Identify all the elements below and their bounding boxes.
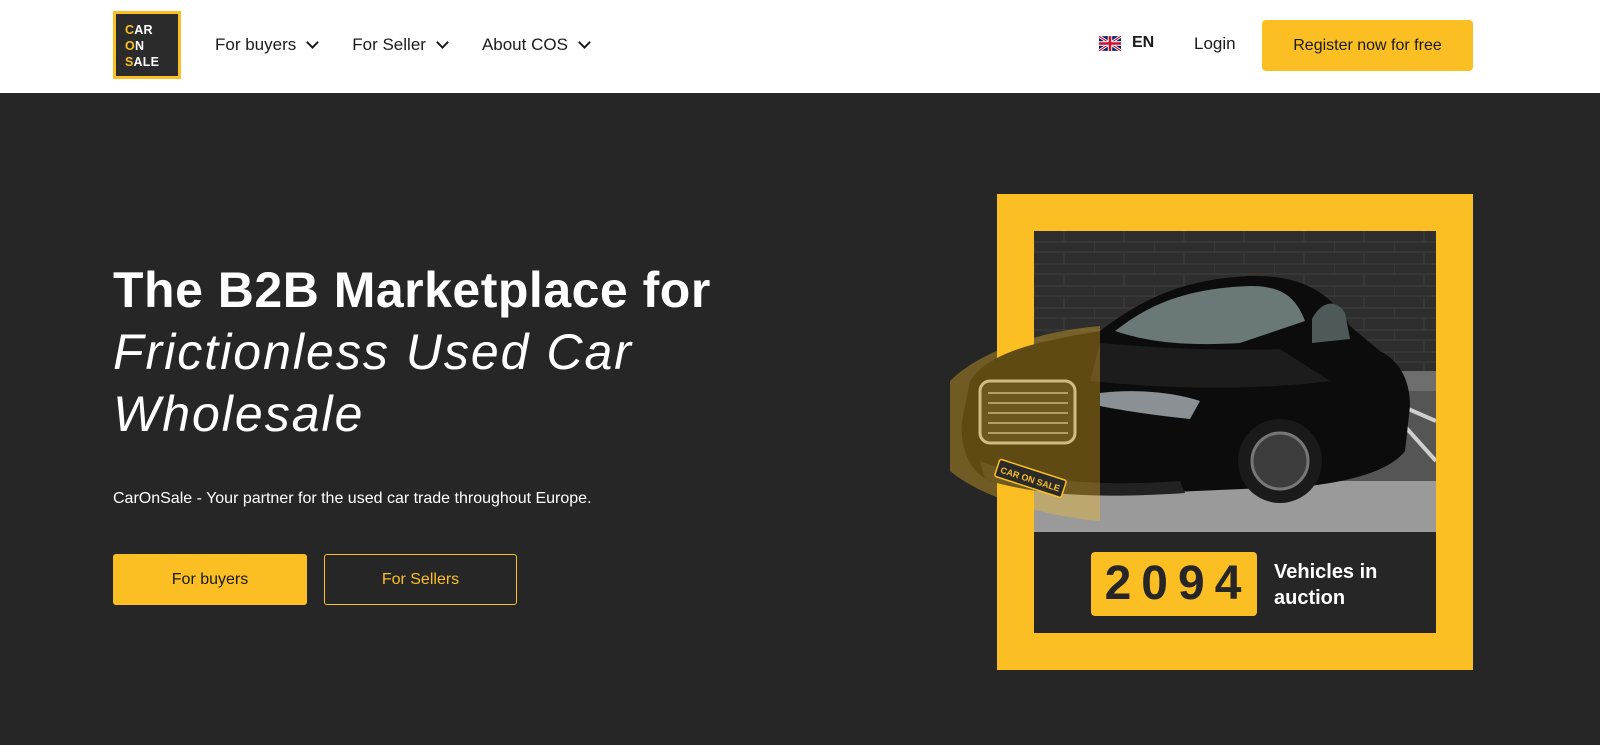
- caronsale-logo[interactable]: CAR ON SALE: [113, 11, 181, 79]
- nav-item-for-seller[interactable]: For Seller: [352, 33, 449, 57]
- uk-flag-icon: [1099, 35, 1121, 51]
- for-sellers-button[interactable]: For Sellers: [324, 554, 517, 605]
- chevron-down-icon: [306, 36, 320, 49]
- site-header: CAR ON SALE For buyers For Seller About …: [0, 0, 1600, 93]
- login-link[interactable]: Login: [1194, 34, 1236, 54]
- nav-item-about-cos[interactable]: About COS: [481, 33, 591, 57]
- nav-item-label: For buyers: [215, 35, 297, 54]
- chevron-down-icon: [436, 36, 449, 49]
- chevron-down-icon: [578, 36, 591, 49]
- language-selector[interactable]: EN: [1099, 34, 1154, 52]
- hero-title: The B2B Marketplace for Frictionless Use…: [113, 259, 711, 445]
- hero-title-italic: Frictionless Used Car Wholesale: [113, 324, 633, 442]
- nav-item-label: About COS: [481, 35, 568, 54]
- nav-item-label: For Seller: [352, 35, 426, 54]
- car-image: CAR ON SALE: [950, 275, 1410, 521]
- hero-subtitle: CarOnSale - Your partner for the used ca…: [113, 490, 592, 507]
- for-buyers-button[interactable]: For buyers: [113, 554, 307, 605]
- language-label: EN: [1132, 34, 1155, 51]
- nav-item-for-buyers[interactable]: For buyers: [215, 33, 320, 57]
- vehicle-count-label: Vehicles in auction: [1274, 561, 1378, 609]
- main-nav: For buyers For Seller About COS: [215, 33, 624, 57]
- vehicle-count: 2094: [1091, 552, 1257, 616]
- hero-title-bold: The B2B Marketplace for: [113, 262, 711, 318]
- register-button[interactable]: Register now for free: [1262, 20, 1473, 71]
